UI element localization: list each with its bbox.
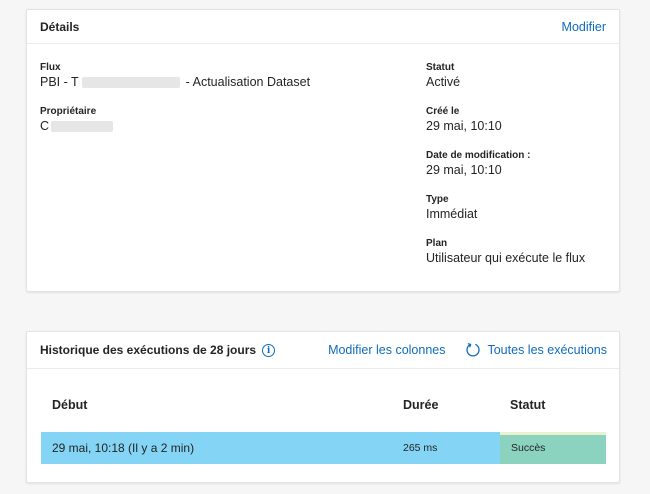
created-label: Créé le [426, 106, 460, 117]
edit-details-link[interactable]: Modifier [562, 20, 606, 34]
redacted-flow-name [81, 76, 180, 88]
modified-field: Date de modification : 29 mai, 10:10 [426, 150, 530, 178]
status-value: Activé [426, 75, 461, 89]
created-value: 29 mai, 10:10 [426, 119, 502, 133]
flow-value: PBI - T - Actualisation Dataset [40, 74, 310, 90]
run-start-cell: 29 mai, 10:18 (Il y a 2 min) [52, 441, 195, 455]
details-card: Détails Modifier Flux PBI - T - Actualis… [26, 9, 620, 292]
type-label: Type [426, 194, 449, 205]
run-history-title: Historique des exécutions de 28 jours [40, 343, 257, 357]
all-runs-action[interactable]: Toutes les exécutions [465, 342, 607, 358]
column-header-duration[interactable]: Durée [403, 398, 438, 412]
details-title: Détails [40, 19, 80, 34]
details-header: Détails Modifier [27, 10, 619, 44]
redacted-owner-name [51, 120, 114, 132]
status-label: Statut [426, 62, 455, 73]
edit-columns-link[interactable]: Modifier les colonnes [328, 343, 445, 357]
modified-value: 29 mai, 10:10 [426, 163, 502, 177]
runs-table-header: Début Durée Statut [27, 398, 619, 414]
created-field: Créé le 29 mai, 10:10 [426, 106, 502, 134]
owner-value: C [40, 118, 114, 134]
all-runs-link[interactable]: Toutes les exécutions [487, 343, 607, 357]
column-header-start[interactable]: Début [52, 398, 87, 412]
flow-name-prefix: PBI - T [40, 75, 79, 89]
owner-label: Propriétaire [40, 106, 97, 117]
status-field: Statut Activé [426, 62, 460, 90]
plan-field: Plan Utilisateur qui exécute le flux [426, 238, 585, 266]
column-header-status[interactable]: Statut [510, 398, 545, 412]
status-badge: Succès [511, 442, 546, 454]
plan-value: Utilisateur qui exécute le flux [426, 251, 586, 265]
run-duration-cell: 265 ms [403, 442, 438, 454]
flow-field: Flux PBI - T - Actualisation Dataset [40, 62, 310, 90]
info-icon[interactable]: i [262, 343, 276, 357]
run-status-cell: Succès [500, 432, 606, 464]
type-field: Type Immédiat [426, 194, 477, 222]
refresh-icon [466, 343, 481, 357]
flow-name-suffix: - Actualisation Dataset [185, 75, 311, 89]
table-row[interactable]: 29 mai, 10:18 (Il y a 2 min) 265 ms Succ… [41, 432, 606, 464]
flow-label: Flux [40, 62, 61, 73]
owner-field: Propriétaire C [40, 106, 114, 134]
owner-name-prefix: C [40, 119, 50, 133]
modified-label: Date de modification : [426, 150, 531, 161]
type-value: Immédiat [426, 207, 478, 221]
run-history-card: Historique des exécutions de 28 jours i … [26, 331, 620, 483]
run-history-header: Historique des exécutions de 28 jours i … [27, 332, 619, 369]
plan-label: Plan [426, 238, 448, 249]
